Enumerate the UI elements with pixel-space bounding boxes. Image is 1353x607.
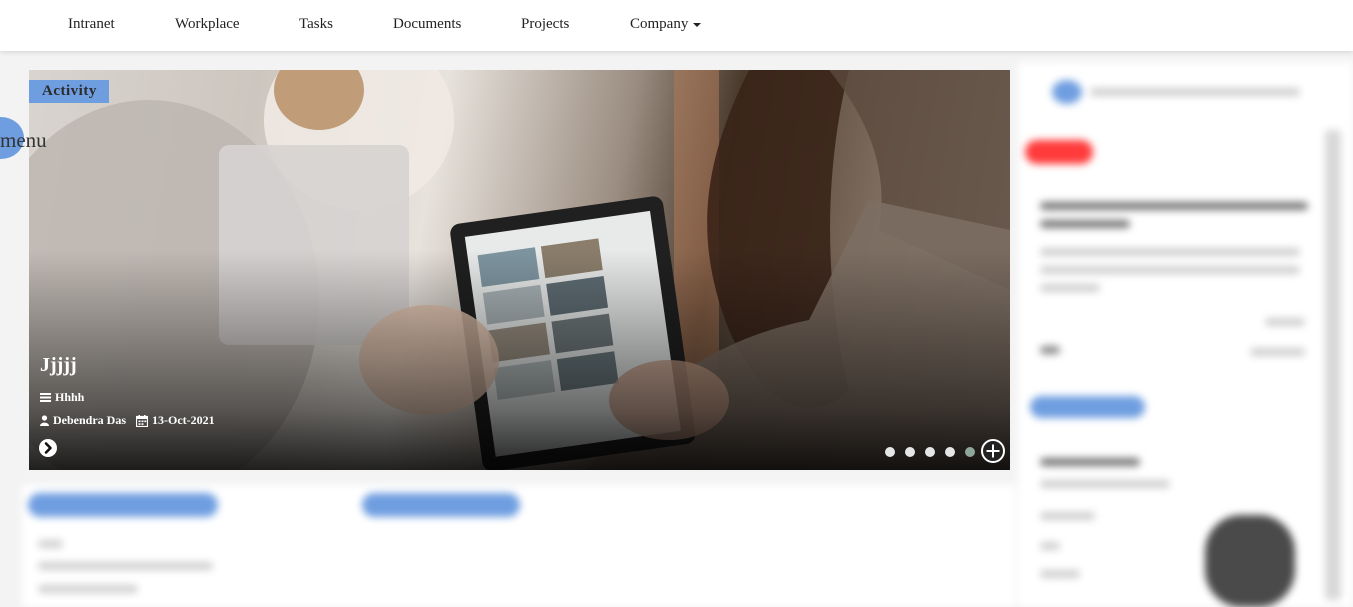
bottom-left-widget-header bbox=[28, 493, 218, 517]
right-panel-line bbox=[1040, 248, 1300, 256]
nav-item-documents[interactable]: Documents bbox=[393, 16, 461, 33]
caret-down-icon bbox=[693, 22, 702, 27]
right-panel-photo bbox=[1205, 515, 1295, 607]
right-panel-line bbox=[1040, 512, 1095, 520]
right-panel-line bbox=[1040, 480, 1170, 488]
slide-description-text: Hhhh bbox=[55, 390, 85, 404]
bottom-center-widget-header bbox=[362, 493, 520, 517]
slide-indicator-dot[interactable] bbox=[885, 447, 895, 457]
slide-description: Hhhh bbox=[40, 390, 84, 405]
user-icon bbox=[40, 415, 49, 426]
right-panel-line bbox=[1265, 318, 1305, 326]
right-panel-line bbox=[1040, 346, 1060, 354]
slide-title: Jjjjj bbox=[40, 354, 77, 376]
right-panel-avatar bbox=[1052, 80, 1082, 104]
nav-item-workplace[interactable]: Workplace bbox=[175, 16, 240, 33]
slide-indicator-dot[interactable] bbox=[965, 447, 975, 457]
right-panel-line bbox=[1040, 284, 1100, 292]
bottom-left-widget-line bbox=[38, 562, 213, 570]
next-slide-button[interactable] bbox=[39, 439, 57, 457]
right-panel-line bbox=[1090, 88, 1300, 96]
menu-label[interactable]: menu bbox=[0, 128, 47, 153]
add-button[interactable] bbox=[981, 439, 1005, 463]
slide-indicator-dot[interactable] bbox=[925, 447, 935, 457]
plus-circle-icon bbox=[986, 444, 1000, 458]
right-panel-scrollbar bbox=[1325, 130, 1341, 600]
chevron-right-circle-icon bbox=[44, 442, 52, 454]
right-panel-line bbox=[1250, 348, 1305, 356]
right-panel-line bbox=[1040, 202, 1308, 210]
right-panel-blue-pill bbox=[1030, 396, 1145, 418]
right-panel-line bbox=[1040, 542, 1060, 550]
calendar-icon bbox=[136, 414, 149, 427]
bars-icon bbox=[40, 393, 51, 402]
slide-meta: Debendra Das 13-Oct-2021 bbox=[40, 413, 215, 428]
slide-author: Debendra Das bbox=[53, 413, 127, 427]
slide-date: 13-Oct-2021 bbox=[152, 413, 215, 427]
activity-badge: Activity bbox=[29, 80, 109, 103]
nav-item-projects[interactable]: Projects bbox=[521, 16, 569, 33]
bottom-left-widget-line bbox=[38, 540, 63, 548]
top-navigation: Intranet Workplace Tasks Documents Proje… bbox=[0, 0, 1353, 51]
right-panel-line bbox=[1040, 458, 1140, 466]
bottom-left-widget-line bbox=[38, 585, 138, 593]
activity-slider bbox=[29, 70, 1010, 470]
right-panel-line bbox=[1040, 220, 1130, 228]
right-panel-line bbox=[1040, 570, 1080, 578]
nav-item-tasks[interactable]: Tasks bbox=[299, 16, 333, 33]
nav-item-company[interactable]: Company bbox=[630, 16, 702, 33]
right-panel-red-badge bbox=[1025, 140, 1093, 164]
right-panel-line bbox=[1040, 266, 1300, 274]
slide-indicator-dot[interactable] bbox=[905, 447, 915, 457]
slide-indicator-dot[interactable] bbox=[945, 447, 955, 457]
nav-item-intranet[interactable]: Intranet bbox=[68, 16, 115, 33]
slide-overlay bbox=[29, 70, 1010, 470]
